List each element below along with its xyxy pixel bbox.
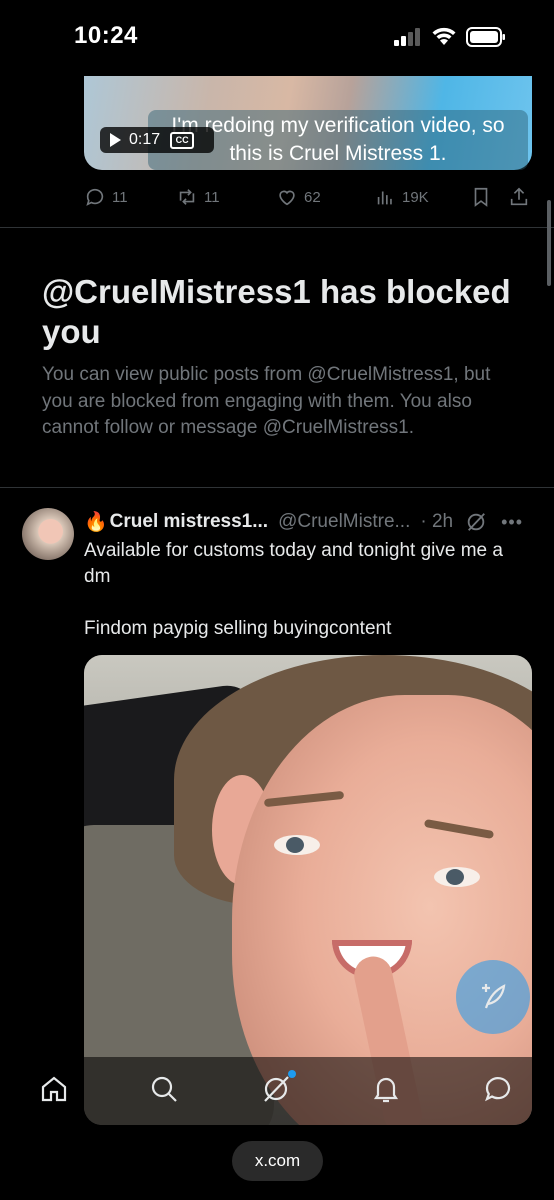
status-bar: 10:24 — [0, 0, 554, 76]
avatar[interactable] — [22, 508, 74, 560]
compose-feather-icon — [482, 984, 506, 1009]
play-icon[interactable] — [110, 133, 121, 147]
divider — [0, 487, 554, 488]
grok-notification-dot — [288, 1070, 296, 1078]
repost-icon — [179, 189, 195, 205]
scrollbar[interactable] — [547, 200, 551, 286]
reply-button[interactable]: 11 — [84, 186, 128, 208]
heart-icon — [279, 190, 295, 206]
bookmark-button[interactable] — [470, 186, 492, 208]
search-icon — [151, 1076, 177, 1102]
nav-grok[interactable] — [260, 1073, 296, 1109]
flame-emoji: 🔥 — [84, 512, 108, 533]
compose-button[interactable] — [456, 960, 530, 1034]
views-button[interactable]: 19K — [374, 186, 429, 208]
reply-count: 11 — [112, 188, 128, 206]
repost-count: 11 — [204, 188, 220, 206]
messages-icon — [485, 1077, 511, 1102]
post-text: Available for customs today and tonight … — [84, 540, 503, 639]
blocked-title: @CruelMistress1 has blocked you — [42, 273, 511, 350]
status-time: 10:24 — [74, 22, 138, 49]
battery-icon — [466, 27, 505, 47]
bottom-nav — [0, 1057, 554, 1125]
browser-url-pill[interactable]: x.com — [232, 1141, 323, 1181]
views-icon — [377, 191, 392, 205]
notifications-icon — [373, 1077, 399, 1103]
reply-icon — [86, 188, 104, 206]
video-controls[interactable]: 0:17 CC — [100, 127, 214, 153]
author-name[interactable]: Cruel mistress1... — [110, 511, 268, 533]
nav-messages[interactable] — [482, 1073, 518, 1109]
nav-home[interactable] — [38, 1073, 74, 1109]
video-duration: 0:17 — [129, 131, 161, 148]
grok-icon[interactable] — [465, 511, 487, 533]
like-count: 62 — [304, 188, 321, 206]
bookmark-icon — [474, 187, 488, 207]
post-photo[interactable] — [84, 655, 532, 1125]
nav-notifications[interactable] — [370, 1073, 406, 1109]
divider — [0, 227, 554, 228]
closed-captions-icon[interactable]: CC — [170, 131, 195, 149]
nav-search[interactable] — [148, 1073, 184, 1109]
post-actions: 11 11 62 19K — [84, 186, 534, 214]
cellular-signal-icon — [394, 28, 420, 46]
grok-icon — [264, 1076, 289, 1102]
share-icon — [510, 187, 528, 206]
post-time[interactable]: · 2h — [420, 511, 453, 533]
more-options-icon[interactable]: ••• — [501, 512, 523, 533]
share-button[interactable] — [508, 186, 530, 208]
like-button[interactable]: 62 — [276, 186, 321, 208]
author-handle[interactable]: @CruelMistre... — [278, 511, 410, 533]
wifi-icon — [432, 27, 456, 45]
post-header: 🔥 Cruel mistress1... @CruelMistre... · 2… — [84, 508, 534, 536]
repost-button[interactable]: 11 — [176, 186, 220, 208]
home-icon — [41, 1076, 67, 1102]
blocked-description: You can view public posts from @CruelMis… — [42, 364, 491, 438]
view-count: 19K — [402, 188, 429, 206]
